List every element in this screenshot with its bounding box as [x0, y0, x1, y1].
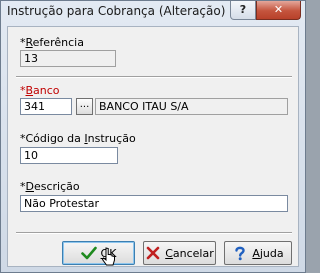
check-icon: [80, 246, 97, 260]
banco-lookup-button[interactable]: ...: [76, 98, 93, 115]
referencia-field: 13: [20, 50, 116, 67]
cancel-button[interactable]: Cancelar: [143, 241, 216, 265]
ok-button[interactable]: OK: [62, 241, 135, 265]
referencia-label: *Referência: [20, 36, 84, 49]
help-button-label: Ajuda: [252, 246, 284, 260]
dialog-window: Instrução para Cobrança (Alteração) ? ✕ …: [0, 0, 306, 273]
codigo-instrucao-input[interactable]: 10: [20, 147, 118, 164]
banco-code-input[interactable]: 341: [20, 98, 72, 115]
banco-label: *Banco: [20, 84, 60, 97]
help-button[interactable]: Ajuda: [224, 241, 292, 265]
title-close-button[interactable]: ✕: [256, 1, 301, 20]
title-help-button[interactable]: ?: [230, 1, 256, 20]
dialog-client-area: *Referência 13 *Banco 341 ... BANCO ITAU…: [7, 26, 299, 267]
help-question-icon: [235, 246, 246, 261]
descricao-input[interactable]: Não Protestar: [20, 195, 288, 212]
cancel-x-icon: [146, 246, 160, 260]
separator: [16, 76, 292, 78]
banco-name-field: BANCO ITAU S/A: [95, 98, 288, 115]
separator: [16, 232, 292, 234]
codigo-instrucao-label: *Código da Instrução: [20, 132, 136, 145]
window-title: Instrução para Cobrança (Alteração): [7, 4, 226, 18]
descricao-label: *Descrição: [20, 180, 80, 193]
ok-button-label: OK: [100, 246, 117, 260]
cancel-button-label: Cancelar: [165, 246, 214, 260]
